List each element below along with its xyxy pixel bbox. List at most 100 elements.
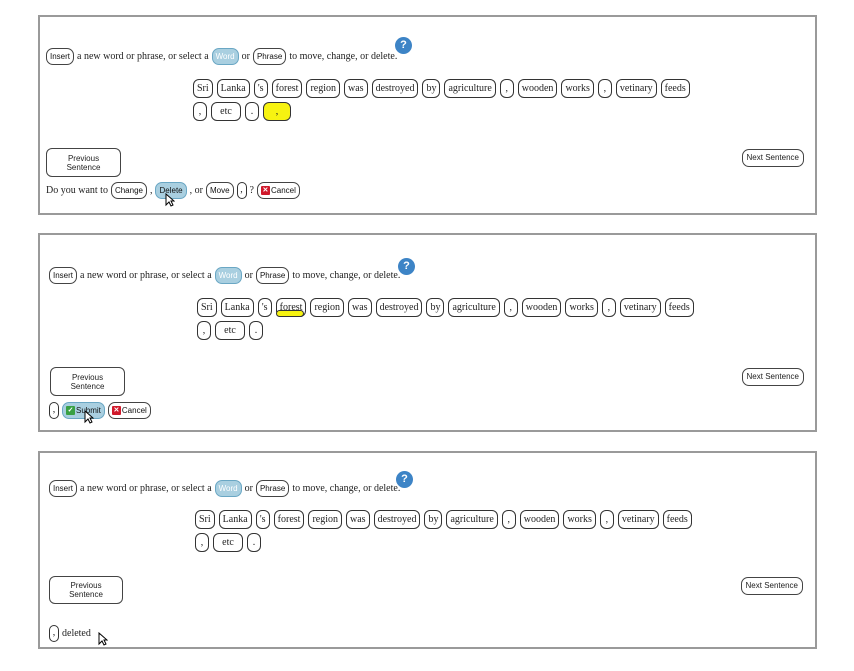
token[interactable]: etc — [215, 321, 245, 340]
sentence-tokens: Sri Lanka 's forest region was destroyed… — [197, 298, 694, 344]
token[interactable]: works — [565, 298, 598, 317]
cancel-button[interactable]: ✕ Cancel — [256, 182, 300, 199]
help-icon[interactable]: ? — [395, 37, 412, 54]
token[interactable]: destroyed — [371, 79, 419, 98]
token[interactable]: Sri — [193, 79, 213, 98]
instruction-line: Insert a new word or phrase, or select a… — [46, 48, 397, 65]
word-button[interactable]: Word — [214, 480, 242, 497]
token[interactable]: . — [245, 102, 259, 121]
token[interactable]: by — [426, 298, 445, 317]
status-line: , deleted — [49, 625, 91, 642]
previous-sentence-button[interactable]: Previous Sentence — [49, 576, 123, 604]
token[interactable]: region — [308, 510, 342, 529]
token[interactable]: wooden — [521, 298, 562, 317]
cancel-label: Cancel — [270, 186, 296, 195]
token[interactable]: works — [563, 510, 596, 529]
comma-text: , — [149, 185, 153, 196]
token[interactable]: , — [503, 298, 518, 317]
insert-button[interactable]: Insert — [49, 480, 78, 497]
token[interactable]: , — [195, 533, 209, 552]
next-sentence-button[interactable]: Next Sentence — [740, 577, 803, 595]
token[interactable]: region — [310, 298, 344, 317]
prev-label-line2: Sentence — [66, 162, 101, 172]
instruction-text: a new word or phrase, or select a — [80, 270, 212, 281]
token[interactable]: forest — [273, 510, 305, 529]
token[interactable]: Lanka — [218, 510, 252, 529]
word-button[interactable]: Word — [211, 48, 239, 65]
target-token: , — [236, 182, 247, 199]
instruction-text: a new word or phrase, or select a — [77, 51, 209, 62]
token[interactable]: destroyed — [373, 510, 421, 529]
token[interactable]: 's — [257, 298, 272, 317]
instruction-line: Insert a new word or phrase, or select a… — [49, 480, 400, 497]
token[interactable]: , — [599, 510, 614, 529]
cancel-icon: ✕ — [260, 186, 270, 195]
token[interactable]: wooden — [517, 79, 558, 98]
token[interactable]: forest — [271, 79, 303, 98]
token[interactable]: . — [249, 321, 263, 340]
token[interactable]: , — [601, 298, 616, 317]
previous-sentence-button[interactable]: Previous Sentence — [50, 367, 125, 396]
token[interactable]: . — [247, 533, 261, 552]
question-mark: ? — [249, 185, 254, 196]
token[interactable]: vetinary — [617, 510, 659, 529]
cancel-button[interactable]: ✕ Cancel — [107, 402, 151, 419]
token[interactable]: , — [597, 79, 612, 98]
sentence-tokens: Sri Lanka 's forest region was destroyed… — [195, 510, 692, 556]
token[interactable]: 's — [255, 510, 270, 529]
insert-button[interactable]: Insert — [49, 267, 78, 284]
token[interactable]: , — [501, 510, 516, 529]
help-icon[interactable]: ? — [396, 471, 413, 488]
token[interactable]: etc — [211, 102, 241, 121]
cancel-icon: ✕ — [111, 406, 121, 415]
token[interactable]: agriculture — [444, 79, 496, 98]
or-text: , or — [189, 185, 203, 196]
token[interactable]: by — [424, 510, 443, 529]
token[interactable]: Sri — [197, 298, 217, 317]
word-button[interactable]: Word — [214, 267, 242, 284]
token[interactable]: Lanka — [216, 79, 250, 98]
token[interactable]: 's — [253, 79, 268, 98]
phrase-button[interactable]: Phrase — [252, 48, 287, 65]
next-sentence-button[interactable]: Next Sentence — [741, 149, 804, 167]
token[interactable]: wooden — [519, 510, 560, 529]
previous-sentence-button[interactable]: Previous Sentence — [46, 148, 121, 177]
token[interactable]: feeds — [664, 298, 694, 317]
phrase-button[interactable]: Phrase — [255, 480, 290, 497]
instruction-text: a new word or phrase, or select a — [80, 483, 212, 494]
token[interactable]: feeds — [662, 510, 692, 529]
token[interactable]: Lanka — [220, 298, 254, 317]
prev-label-line2: Sentence — [69, 590, 103, 599]
token[interactable]: was — [348, 298, 372, 317]
selected-token[interactable]: , — [263, 102, 291, 121]
prev-label-line1: Previous — [71, 372, 104, 382]
token[interactable]: works — [561, 79, 594, 98]
token[interactable]: , — [197, 321, 211, 340]
check-icon: ✓ — [66, 406, 75, 415]
next-sentence-button[interactable]: Next Sentence — [741, 368, 804, 386]
token[interactable]: , — [193, 102, 207, 121]
token[interactable]: by — [422, 79, 441, 98]
token[interactable]: agriculture — [448, 298, 500, 317]
token[interactable]: was — [344, 79, 368, 98]
token[interactable]: vetinary — [615, 79, 657, 98]
token[interactable]: agriculture — [446, 510, 498, 529]
token[interactable]: vetinary — [619, 298, 661, 317]
insert-button[interactable]: Insert — [46, 48, 75, 65]
token[interactable]: destroyed — [375, 298, 423, 317]
change-button[interactable]: Change — [110, 182, 147, 199]
phrase-button[interactable]: Phrase — [255, 267, 290, 284]
help-icon[interactable]: ? — [398, 258, 415, 275]
token[interactable]: was — [346, 510, 370, 529]
token[interactable]: , — [499, 79, 514, 98]
token[interactable]: region — [306, 79, 340, 98]
target-token: , — [49, 625, 59, 642]
status-text: deleted — [62, 628, 91, 639]
target-token: , — [49, 402, 59, 419]
sentence-tokens: Sri Lanka 's forest region was destroyed… — [193, 79, 690, 125]
instruction-tail: to move, change, or delete. — [289, 51, 398, 62]
token[interactable]: etc — [213, 533, 243, 552]
token[interactable]: Sri — [195, 510, 215, 529]
move-button[interactable]: Move — [205, 182, 234, 199]
token[interactable]: feeds — [660, 79, 690, 98]
